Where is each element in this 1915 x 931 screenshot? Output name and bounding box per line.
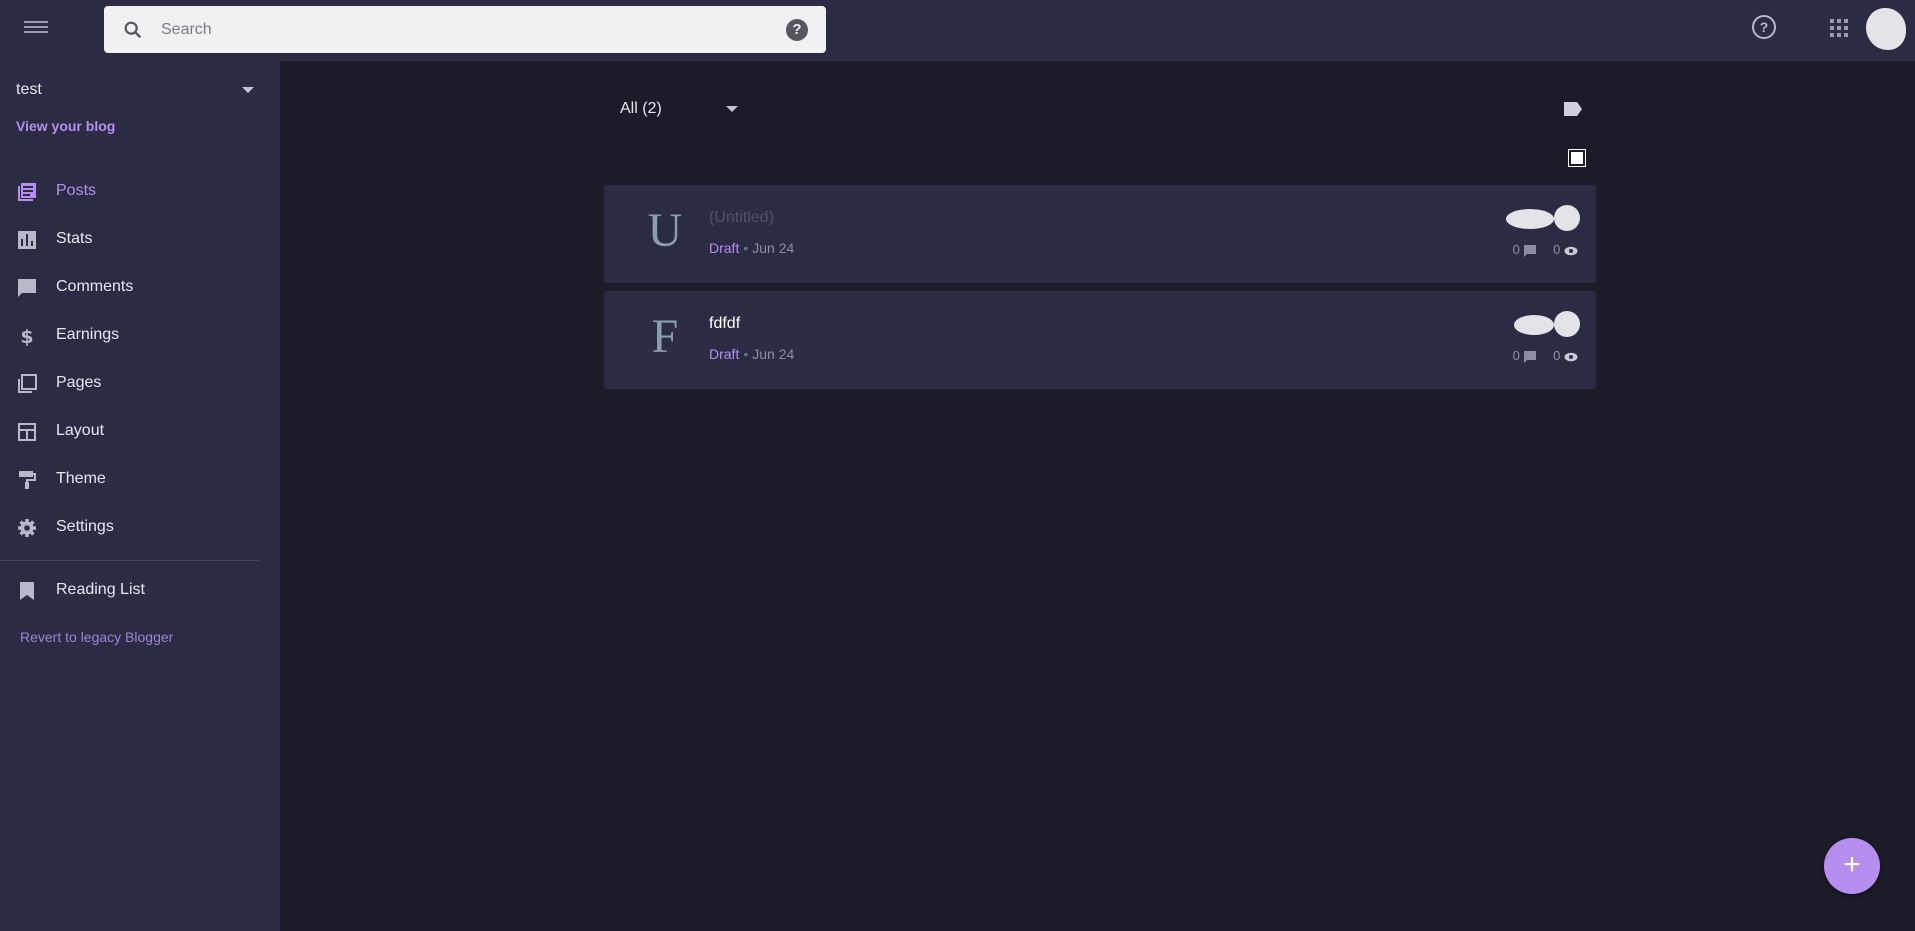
post-date: Jun 24 xyxy=(752,240,795,256)
post-meta: Draft • Jun 24 xyxy=(709,240,794,256)
pages-icon xyxy=(18,374,37,393)
sidebar-divider xyxy=(0,560,259,561)
post-status: Draft xyxy=(709,240,740,256)
apps-grid-icon[interactable] xyxy=(1830,19,1848,37)
comment-icon xyxy=(1523,350,1536,363)
menu-icon[interactable] xyxy=(22,18,50,42)
gear-icon xyxy=(18,519,36,537)
sidebar-item-earnings[interactable]: $ Earnings xyxy=(0,312,280,360)
post-stats: 0 0 xyxy=(1507,348,1578,363)
sidebar-item-label: Stats xyxy=(56,230,93,247)
author-name-redacted xyxy=(1506,209,1554,229)
top-app-bar: ? ? xyxy=(0,0,1915,61)
blog-selector[interactable]: test xyxy=(16,75,256,105)
post-title[interactable]: (Untitled) xyxy=(709,209,774,227)
post-meta: Draft • Jun 24 xyxy=(709,346,794,362)
chevron-down-icon xyxy=(242,87,254,93)
sidebar-item-label: Earnings xyxy=(56,326,120,343)
sidebar: test View your blog Posts Stats Comments… xyxy=(0,61,280,931)
label-icon[interactable] xyxy=(1563,101,1583,117)
bookmark-icon xyxy=(20,582,34,600)
view-count: 0 xyxy=(1553,242,1561,257)
help-icon[interactable]: ? xyxy=(1752,15,1776,39)
sidebar-item-pages[interactable]: Pages xyxy=(0,360,280,408)
view-count: 0 xyxy=(1553,348,1561,363)
search-icon xyxy=(124,21,142,39)
sidebar-item-label: Theme xyxy=(56,470,106,487)
blog-name: test xyxy=(16,81,42,98)
post-thumbnail-letter: F xyxy=(651,310,679,363)
layout-icon xyxy=(18,423,36,441)
author-name-redacted xyxy=(1514,315,1554,335)
meta-separator: • xyxy=(743,240,749,256)
sidebar-item-label: Layout xyxy=(56,422,105,439)
sidebar-item-label: Posts xyxy=(56,182,97,199)
sidebar-item-stats[interactable]: Stats xyxy=(0,216,280,264)
post-title[interactable]: fdfdf xyxy=(709,315,740,333)
author-avatar xyxy=(1554,205,1580,231)
post-stats: 0 0 xyxy=(1507,242,1578,257)
sidebar-item-label: Settings xyxy=(56,518,114,535)
search-bar[interactable]: ? xyxy=(104,6,826,53)
sidebar-item-label: Pages xyxy=(56,374,102,391)
post-thumbnail-letter: U xyxy=(647,204,683,257)
view-blog-link[interactable]: View your blog xyxy=(16,118,115,134)
avatar[interactable] xyxy=(1866,8,1906,50)
new-post-button[interactable]: + xyxy=(1824,838,1880,894)
svg-text:$: $ xyxy=(20,326,33,346)
post-date: Jun 24 xyxy=(752,346,795,362)
sidebar-nav: Posts Stats Comments $ Earnings Pages La… xyxy=(0,168,280,552)
post-row[interactable]: U (Untitled) Draft • Jun 24 0 0 xyxy=(604,185,1596,283)
posts-icon xyxy=(18,183,36,201)
post-filter-dropdown[interactable]: All (2) xyxy=(620,96,744,122)
comment-count: 0 xyxy=(1512,348,1520,363)
sidebar-item-layout[interactable]: Layout xyxy=(0,408,280,456)
post-status: Draft xyxy=(709,346,740,362)
sidebar-item-posts[interactable]: Posts xyxy=(0,168,280,216)
search-input[interactable] xyxy=(161,6,761,53)
revert-legacy-link[interactable]: Revert to legacy Blogger xyxy=(20,629,173,645)
sidebar-item-comments[interactable]: Comments xyxy=(0,264,280,312)
dollar-icon: $ xyxy=(20,326,33,346)
stats-icon xyxy=(18,231,36,249)
paint-roller-icon xyxy=(19,471,36,489)
sidebar-item-label: Comments xyxy=(56,278,134,295)
comment-icon xyxy=(1523,244,1536,257)
sidebar-item-label: Reading List xyxy=(56,581,145,598)
comment-count: 0 xyxy=(1512,242,1520,257)
sidebar-item-reading-list[interactable]: Reading List xyxy=(0,567,280,615)
search-help-icon[interactable]: ? xyxy=(786,19,808,41)
eye-icon xyxy=(1564,246,1578,255)
sidebar-item-settings[interactable]: Settings xyxy=(0,504,280,552)
sidebar-item-theme[interactable]: Theme xyxy=(0,456,280,504)
meta-separator: • xyxy=(743,346,749,362)
filter-label: All (2) xyxy=(620,100,662,117)
eye-icon xyxy=(1564,352,1578,361)
author-avatar xyxy=(1554,311,1580,337)
select-all-checkbox[interactable] xyxy=(1568,149,1586,167)
comments-icon xyxy=(18,279,36,297)
chevron-down-icon xyxy=(726,106,738,112)
post-row[interactable]: F fdfdf Draft • Jun 24 0 0 xyxy=(604,291,1596,389)
